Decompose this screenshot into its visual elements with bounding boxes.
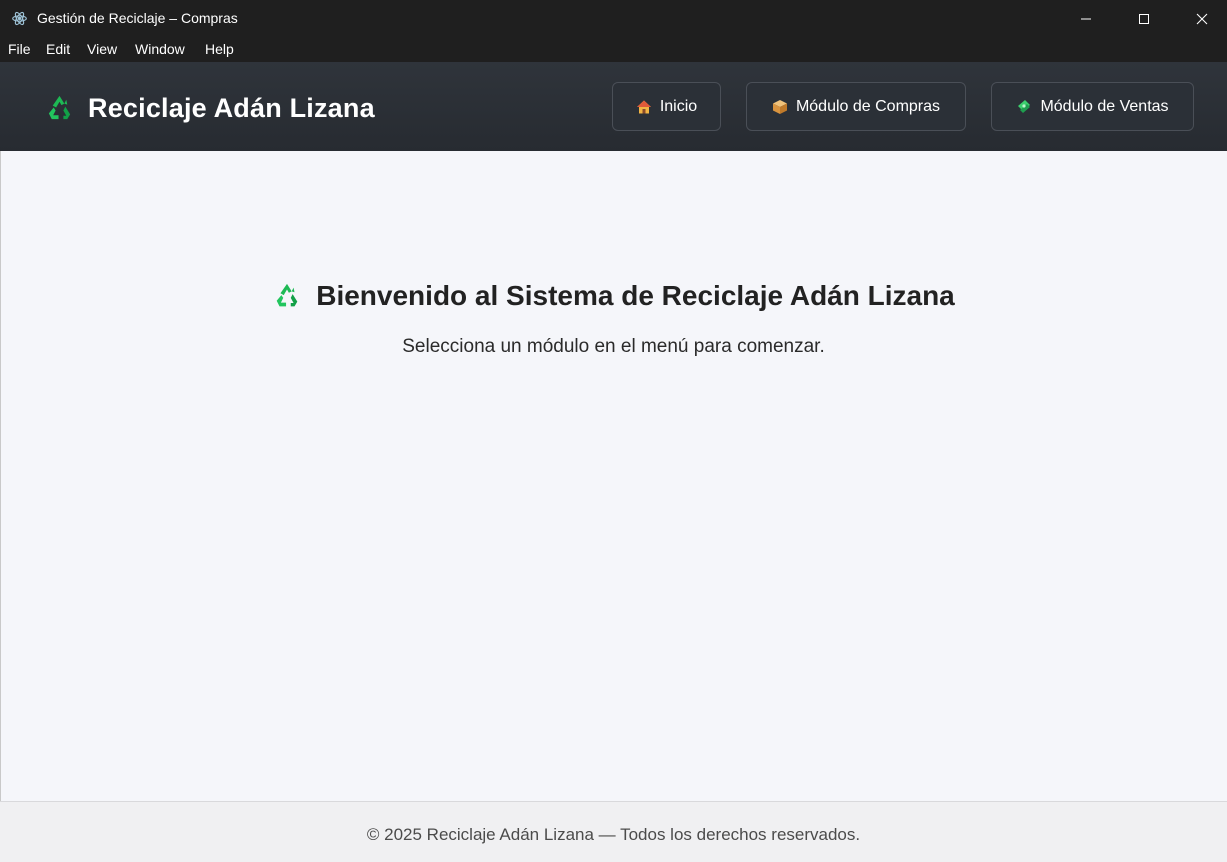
menu-view[interactable]: View [87,41,117,58]
nav-ventas-label: Módulo de Ventas [1040,97,1169,115]
nav-compras-label: Módulo de Compras [795,97,941,115]
nav-compras-button[interactable]: Módulo de Compras [746,82,966,131]
window-title: Gestión de Reciclaje – Compras [37,10,238,26]
menu-bar: File Edit View Window Help [0,37,1227,62]
brand-title: Reciclaje Adán Lizana [88,93,375,123]
main-content: Bienvenido al Sistema de Reciclaje Adán … [0,151,1227,801]
money-icon [1018,99,1031,113]
minimize-button[interactable] [1057,0,1115,37]
nav-ventas-button[interactable]: Módulo de Ventas [991,82,1194,131]
footer-copyright: © 2025 Reciclaje Adán Lizana — Todos los… [366,825,861,844]
minimize-icon [1081,18,1091,19]
house-icon [636,100,651,113]
welcome-title: Bienvenido al Sistema de Reciclaje Adán … [316,280,955,311]
maximize-icon [1139,13,1149,24]
menu-help[interactable]: Help [205,41,234,58]
window-border [0,151,1,862]
menu-edit[interactable]: Edit [46,41,70,58]
nav-inicio-label: Inicio [659,97,698,115]
menu-file[interactable]: File [8,41,31,58]
recycle-icon [48,95,71,120]
recycle-icon [276,283,298,307]
maximize-button[interactable] [1115,0,1173,37]
close-icon [1196,13,1208,24]
package-icon [772,99,787,114]
window-titlebar: Gestión de Reciclaje – Compras [0,0,1227,37]
electron-icon [12,11,27,26]
welcome-heading: Bienvenido al Sistema de Reciclaje Adán … [0,276,1227,316]
menu-window[interactable]: Window [135,41,185,58]
footer: © 2025 Reciclaje Adán Lizana — Todos los… [0,801,1227,862]
close-button[interactable] [1173,0,1227,37]
nav-inicio-button[interactable]: Inicio [612,82,721,131]
welcome-subtitle: Selecciona un módulo en el menú para com… [402,336,825,357]
app-header: Reciclaje Adán Lizana Inicio Módulo de C… [0,62,1227,151]
